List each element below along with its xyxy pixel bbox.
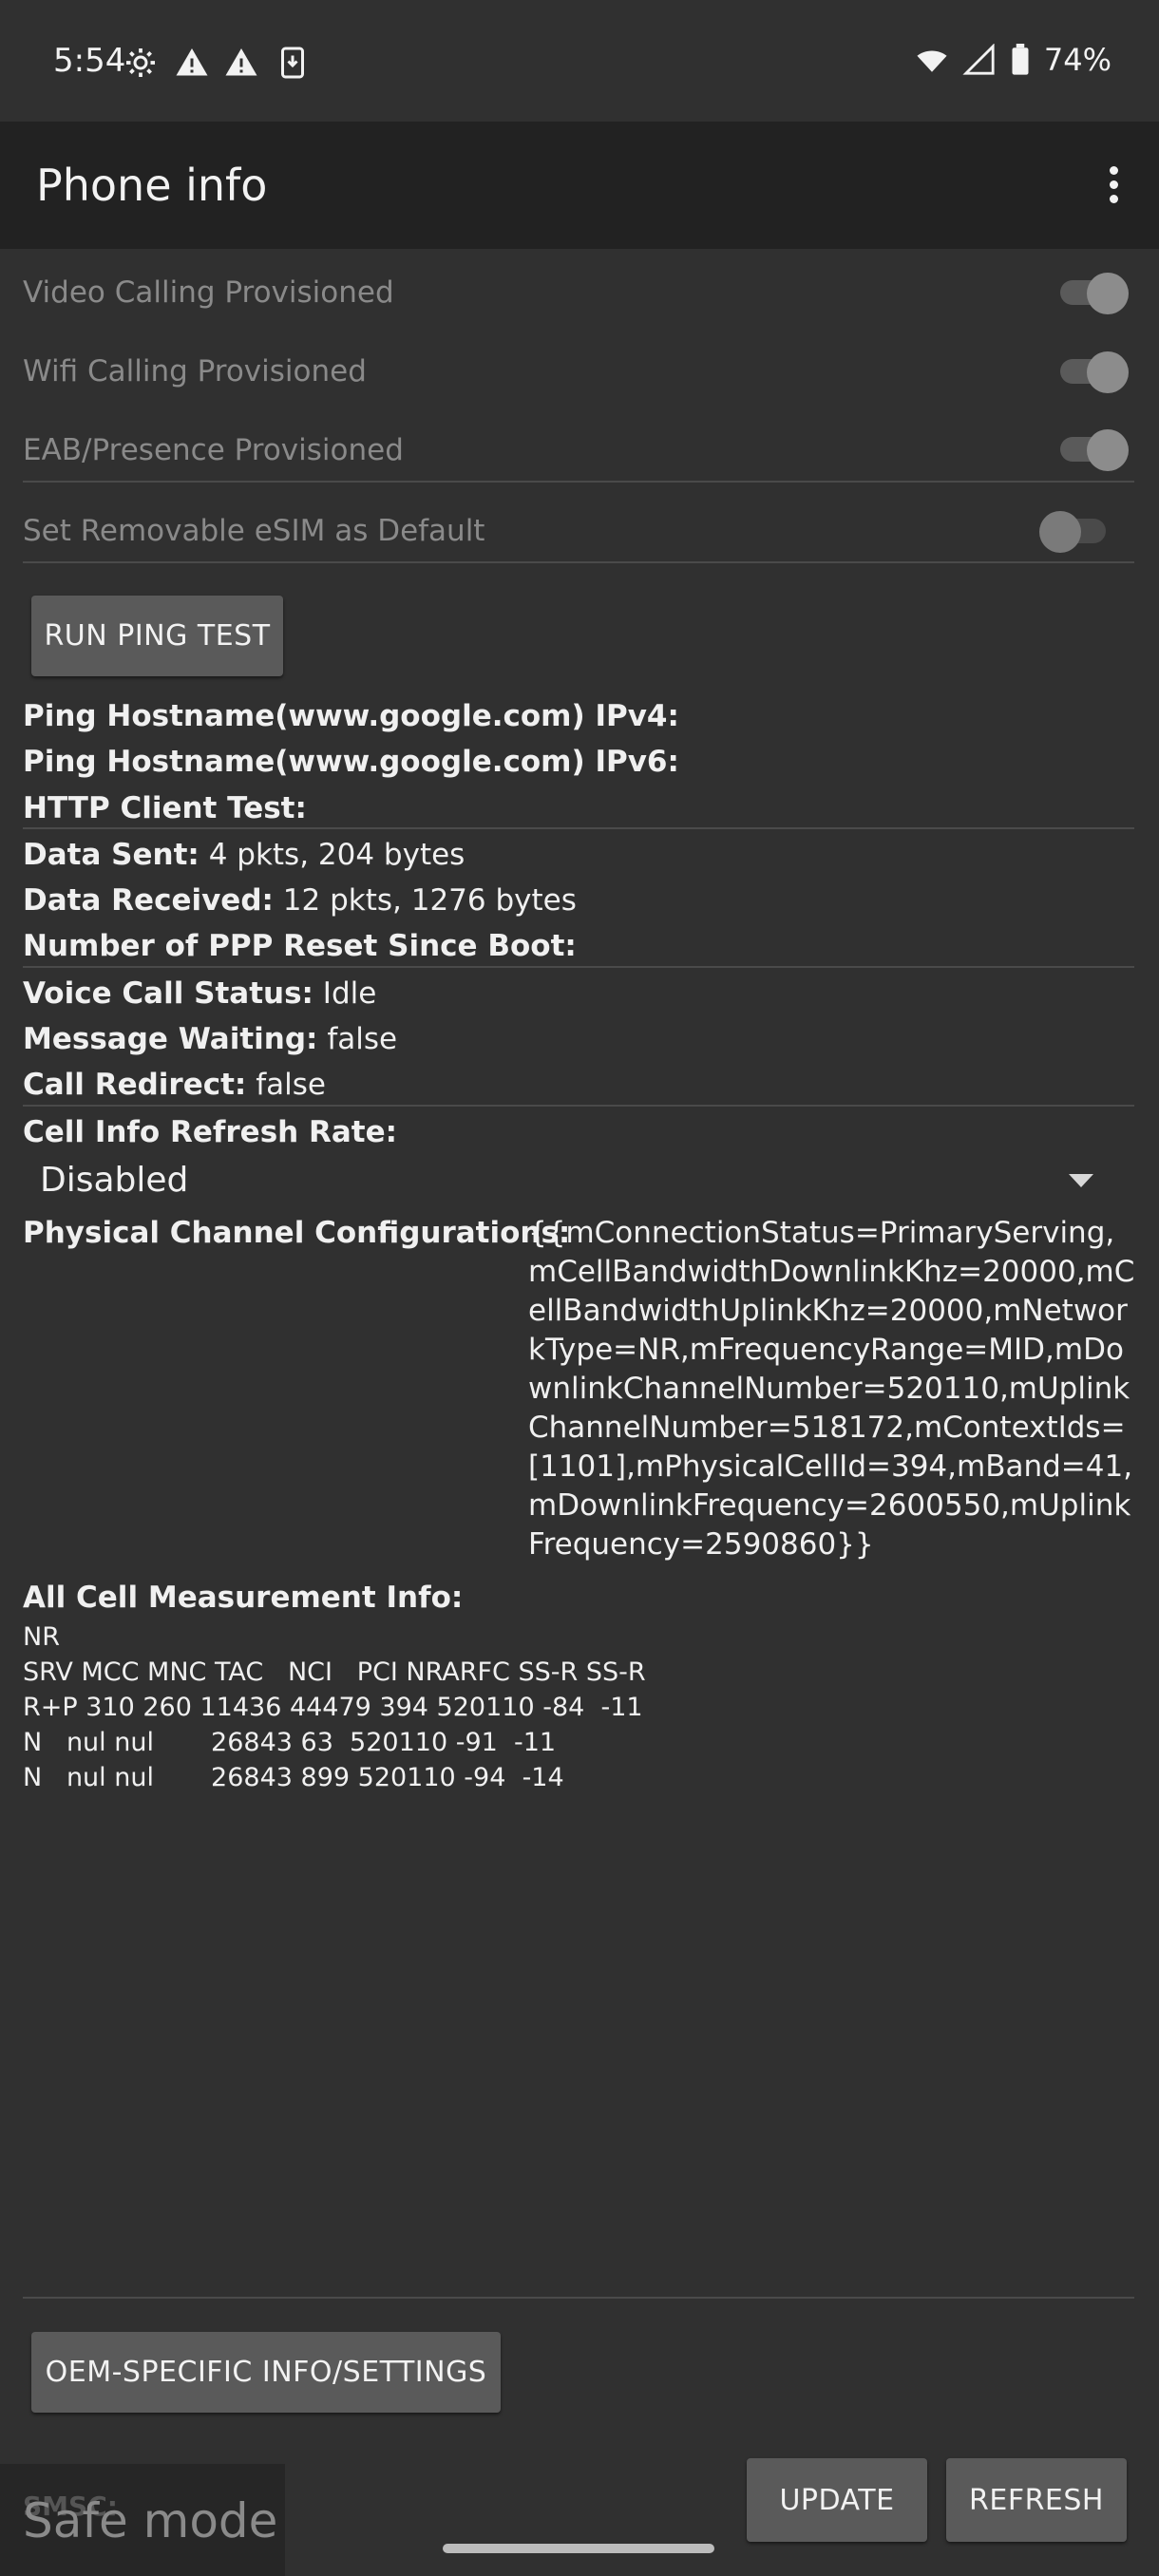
navigation-handle[interactable] xyxy=(443,2544,714,2553)
toggle-label-eab-presence: EAB/Presence Provisioned xyxy=(23,433,404,467)
divider xyxy=(23,966,1134,968)
warning-icon xyxy=(176,48,208,76)
app-bar: Phone info xyxy=(0,122,1159,249)
update-button[interactable]: UPDATE xyxy=(747,2458,927,2542)
warning-icon xyxy=(225,48,257,76)
page-title: Phone info xyxy=(36,160,268,211)
toggle-label-removable-esim: Set Removable eSIM as Default xyxy=(23,514,485,548)
data-received-label: Data Received: xyxy=(23,883,274,918)
http-client-label: HTTP Client Test: xyxy=(23,791,307,825)
more-vert-icon[interactable] xyxy=(1102,161,1125,209)
removable-esim-switch[interactable] xyxy=(1039,511,1112,553)
status-bar: 5:54 74% xyxy=(0,0,1159,122)
oem-specific-info-button[interactable]: OEM-SPECIFIC INFO/SETTINGS xyxy=(31,2332,501,2413)
pcc-value: {{mConnectionStatus=PrimaryServing,mCell… xyxy=(528,1216,1135,1562)
refresh-button[interactable]: REFRESH xyxy=(946,2458,1127,2542)
data-received-row: Data Received: 12 pkts, 1276 bytes xyxy=(23,883,577,918)
cell-measurement-line: NR xyxy=(23,1622,60,1652)
data-sent-value: 4 pkts, 204 bytes xyxy=(208,838,466,872)
gear-icon xyxy=(126,48,155,77)
message-waiting-row: Message Waiting: false xyxy=(23,1022,397,1056)
ppp-reset-row: Number of PPP Reset Since Boot: xyxy=(23,929,577,963)
battery-percent: 74% xyxy=(1043,42,1112,78)
signal-icon xyxy=(962,44,995,75)
video-calling-switch[interactable] xyxy=(1054,273,1129,314)
wifi-calling-switch[interactable] xyxy=(1054,351,1129,393)
toggle-label-video-calling: Video Calling Provisioned xyxy=(23,275,394,310)
run-ping-test-button[interactable]: RUN PING TEST xyxy=(31,596,283,676)
cell-refresh-label: Cell Info Refresh Rate: xyxy=(23,1115,398,1149)
data-sent-row: Data Sent: 4 pkts, 204 bytes xyxy=(23,838,465,872)
wifi-icon xyxy=(917,50,947,72)
cell-refresh-row: Cell Info Refresh Rate: xyxy=(23,1115,397,1149)
pcc-label: Physical Channel Configurations: xyxy=(23,1216,571,1250)
ppp-reset-label: Number of PPP Reset Since Boot: xyxy=(23,929,577,963)
ping-ipv4-row: Ping Hostname(www.google.com) IPv4: xyxy=(23,699,679,733)
safe-mode-label: Safe mode xyxy=(23,2493,278,2548)
divider xyxy=(23,481,1134,483)
cell-measurement-label: All Cell Measurement Info: xyxy=(23,1581,464,1615)
data-sent-label: Data Sent: xyxy=(23,838,200,872)
voice-call-label: Voice Call Status: xyxy=(23,976,314,1011)
divider xyxy=(23,2297,1134,2299)
ping-ipv6-label: Ping Hostname(www.google.com) IPv6: xyxy=(23,745,679,779)
ping-ipv4-label: Ping Hostname(www.google.com) IPv4: xyxy=(23,699,679,733)
cell-refresh-select[interactable]: Disabled xyxy=(40,1161,188,1200)
data-received-value: 12 pkts, 1276 bytes xyxy=(282,883,577,918)
message-waiting-value: false xyxy=(327,1022,398,1056)
cell-measurement-line: R+P 310 260 11436 44479 394 520110 -84 -… xyxy=(23,1693,643,1722)
voice-call-row: Voice Call Status: Idle xyxy=(23,976,376,1011)
battery-icon xyxy=(1012,44,1029,75)
divider xyxy=(23,561,1134,563)
eab-presence-switch[interactable] xyxy=(1054,429,1129,471)
dropdown-arrow-icon[interactable] xyxy=(1069,1174,1093,1187)
ping-ipv6-row: Ping Hostname(www.google.com) IPv6: xyxy=(23,745,679,779)
call-redirect-label: Call Redirect: xyxy=(23,1068,247,1102)
call-redirect-value: false xyxy=(256,1068,326,1102)
divider xyxy=(23,827,1134,829)
voice-call-value: Idle xyxy=(322,976,377,1011)
cell-measurement-line: SRV MCC MNC TAC NCI PCI NRARFC SS-R SS-R xyxy=(23,1657,646,1687)
toggle-label-wifi-calling: Wifi Calling Provisioned xyxy=(23,354,367,388)
divider xyxy=(23,1105,1134,1107)
status-right: 74% xyxy=(915,42,1112,78)
message-waiting-label: Message Waiting: xyxy=(23,1022,318,1056)
cell-measurement-line: N nul nul 26843 63 520110 -91 -11 xyxy=(23,1728,557,1757)
status-time: 5:54 xyxy=(53,42,126,80)
call-redirect-row: Call Redirect: false xyxy=(23,1068,326,1102)
cell-measurement-line: N nul nul 26843 899 520110 -94 -14 xyxy=(23,1763,564,1792)
download-icon xyxy=(281,47,304,79)
http-client-row: HTTP Client Test: xyxy=(23,791,307,825)
